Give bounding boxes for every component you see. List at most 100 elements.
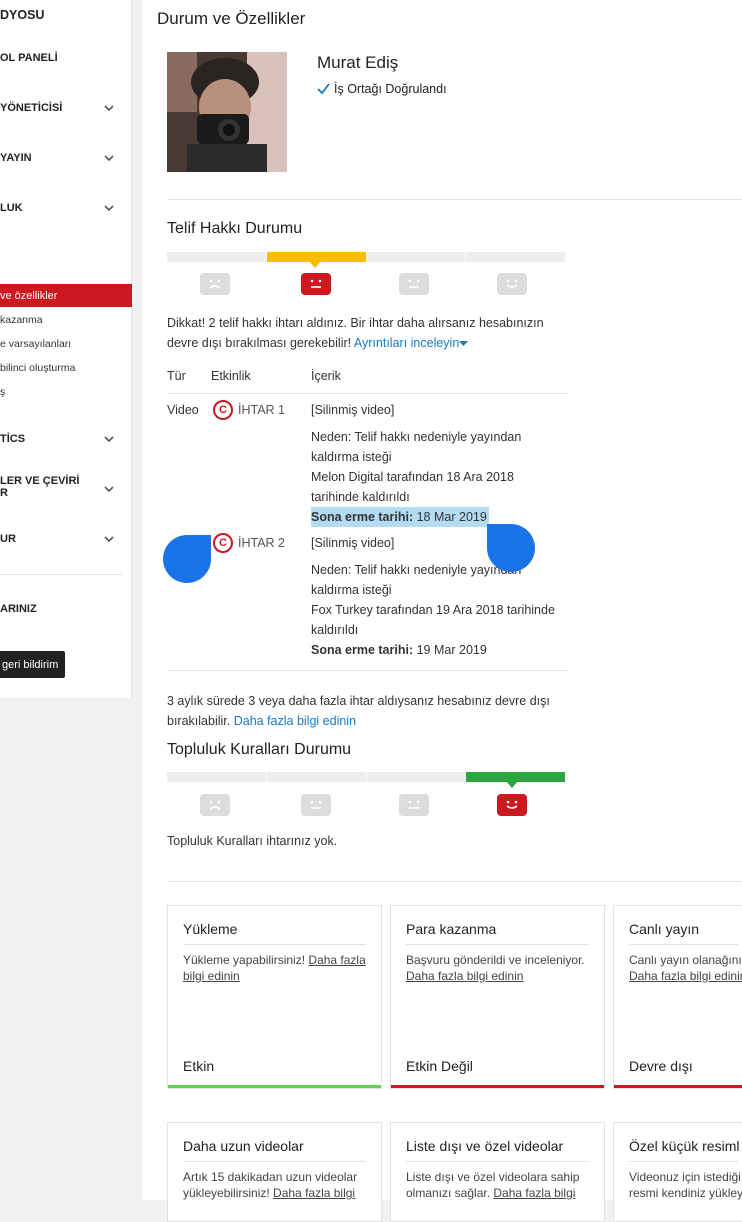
sidebar-item-status-features[interactable]: ve özellikler — [0, 284, 132, 307]
sad-face-icon — [200, 273, 230, 295]
chevron-down-icon[interactable] — [104, 103, 114, 113]
feature-title: Daha uzun videolar — [183, 1138, 304, 1154]
feature-card-custom-thumbnails: Özel küçük resiml Videonuz için istediği… — [613, 1122, 742, 1222]
community-segment-2 — [266, 772, 366, 782]
chevron-down-icon[interactable] — [104, 434, 114, 444]
neutral-face-icon — [399, 794, 429, 816]
status-bar — [391, 1085, 604, 1088]
card-divider — [629, 1161, 738, 1162]
sidebar-studio-title[interactable]: DYOSU — [0, 5, 44, 25]
segment-pointer — [309, 261, 321, 268]
sidebar-subitem-awareness[interactable]: bilinci oluşturma — [0, 362, 75, 374]
learn-more-link[interactable]: Daha fazla bilgi — [493, 1186, 575, 1200]
strike-policy-line-2: bırakılabilir. Daha fazla bilgi edinin — [167, 711, 587, 731]
chevron-down-icon[interactable] — [104, 153, 114, 163]
page-title: Durum ve Özellikler — [157, 9, 306, 28]
verified-status: İş Ortağı Doğrulandı — [317, 82, 447, 96]
table-divider — [167, 670, 567, 671]
feature-description: Artık 15 dakikadan uzun videolar yükleye… — [183, 1169, 373, 1201]
learn-more-link[interactable]: Daha fazla bilgi edinin — [629, 968, 742, 984]
feature-status: Etkin Değil — [406, 1058, 473, 1074]
sidebar-subitem-monetization[interactable]: kazanma — [0, 314, 43, 326]
community-segment-1 — [167, 772, 266, 782]
copyright-icon: C — [213, 400, 233, 420]
community-segment-3 — [366, 772, 466, 782]
copyright-status-title: Telif Hakkı Durumu — [167, 220, 303, 237]
learn-more-link[interactable]: Daha fazla bilgi edinin — [234, 714, 356, 728]
sidebar-item-live[interactable]: YAYIN — [0, 148, 32, 168]
main-panel: Durum ve Özellikler Murat Ediş İş Ortağı… — [142, 0, 742, 1222]
learn-more-link[interactable]: Daha fazla bilgi edinin — [406, 969, 523, 983]
chevron-down-icon[interactable] — [104, 203, 114, 213]
feedback-button[interactable]: geri bildirim — [0, 651, 65, 678]
feature-title: Özel küçük resiml — [629, 1138, 740, 1154]
feature-description-text: Yükleme yapabilirsiniz! — [183, 953, 306, 967]
strike-label: İHTAR 1 — [238, 403, 285, 417]
status-bar — [168, 1085, 381, 1088]
feature-card-live: Canlı yayın Canlı yayın olanağınız Daha f… — [613, 905, 742, 1089]
reason-text: kaldırma isteği — [311, 450, 392, 464]
removed-text: Melon Digital tarafından 18 Ara 2018 — [311, 470, 514, 484]
type-cell: Video — [167, 403, 199, 417]
sidebar-item-translations[interactable]: LER VE ÇEVİRİ — [0, 474, 79, 488]
feature-description-text: Canlı yayın olanağınız — [629, 953, 742, 967]
sidebar-item-translations-line2[interactable]: R — [0, 486, 8, 500]
card-divider — [406, 944, 589, 945]
reason-text: Neden: Telif hakkı nedeniyle yayından — [311, 563, 522, 577]
sidebar-item-create[interactable]: UR — [0, 529, 16, 549]
feature-description: Başvuru gönderildi ve inceleniyor. Daha … — [406, 952, 596, 984]
selection-handle-end[interactable] — [487, 524, 535, 572]
sidebar-subitem-other[interactable]: ş — [0, 386, 5, 398]
sidebar-item-subscribers[interactable]: ARINIZ — [0, 599, 37, 619]
sidebar-item-analytics[interactable]: TİCS — [0, 429, 25, 449]
chevron-down-icon[interactable] — [104, 484, 114, 494]
sidebar-subitem-defaults[interactable]: e varsayılanları — [0, 338, 71, 350]
sidebar-item-community[interactable]: LUK — [0, 198, 23, 218]
expiry-value: 18 Mar 2019 — [416, 510, 487, 524]
strike-policy-note: 3 aylık sürede 3 veya daha fazla ihtar a… — [167, 691, 587, 731]
learn-more-link[interactable]: Daha fazla bilgi — [273, 1186, 355, 1200]
strike-notice: Dikkat! 2 telif hakkı ihtarı aldınız. Bi… — [167, 313, 567, 353]
sad-face-icon — [200, 794, 230, 816]
sidebar-item-manager[interactable]: YÖNETİCİSİ — [0, 98, 62, 118]
selection-handle-start[interactable] — [163, 535, 211, 583]
check-icon — [317, 83, 330, 95]
card-divider — [183, 944, 366, 945]
expiry-label: Sona erme tarihi: — [311, 643, 414, 657]
channel-name: Murat Ediş — [317, 53, 399, 72]
details-link[interactable]: Ayrıntıları inceleyin — [354, 336, 459, 350]
reason-text: kaldırma isteği — [311, 583, 392, 597]
neutral-face-icon — [399, 273, 429, 295]
strike-label: İHTAR 2 — [238, 536, 285, 550]
strike-segment-1 — [167, 252, 266, 262]
expiry-date: Sona erme tarihi: 19 Mar 2019 — [311, 640, 487, 660]
copyright-strike-bar — [167, 252, 565, 262]
avatar-photo — [167, 52, 287, 172]
happy-face-icon — [497, 273, 527, 295]
feature-description: Liste dışı ve özel videolara sahip olman… — [406, 1169, 596, 1201]
column-header-content: İçerik — [311, 369, 341, 383]
table-divider — [167, 393, 567, 394]
neutral-face-icon — [301, 794, 331, 816]
expiry-label: Sona erme tarihi: — [311, 510, 414, 524]
feature-status: Etkin — [183, 1058, 215, 1074]
happy-face-icon — [497, 794, 527, 816]
feature-description: Yükleme yapabilirsiniz! Daha fazla bilgi… — [183, 952, 373, 984]
strike-policy-line-2-text: bırakılabilir. — [167, 714, 231, 728]
caret-down-icon[interactable] — [459, 341, 469, 347]
expiry-value: 19 Mar 2019 — [416, 643, 487, 657]
segment-pointer — [506, 781, 518, 788]
chevron-down-icon[interactable] — [104, 534, 114, 544]
removed-text: Fox Turkey tarafından 19 Ara 2018 tarihi… — [311, 603, 555, 617]
verified-label: İş Ortağı Doğrulandı — [334, 82, 447, 96]
feature-description-text: Başvuru gönderildi ve inceleniyor. — [406, 953, 585, 967]
divider — [167, 881, 742, 882]
content-link[interactable]: [Silinmiş video] — [311, 533, 394, 553]
content-link[interactable]: [Silinmiş video] — [311, 400, 394, 420]
feature-title: Yükleme — [183, 921, 238, 937]
card-divider — [406, 1161, 589, 1162]
sidebar: DYOSU OL PANELİ YÖNETİCİSİ YAYIN LUK ve … — [0, 0, 132, 698]
avatar — [167, 52, 287, 172]
feature-card-monetization: Para kazanma Başvuru gönderildi ve incel… — [390, 905, 605, 1089]
sidebar-item-dashboard[interactable]: OL PANELİ — [0, 48, 58, 68]
